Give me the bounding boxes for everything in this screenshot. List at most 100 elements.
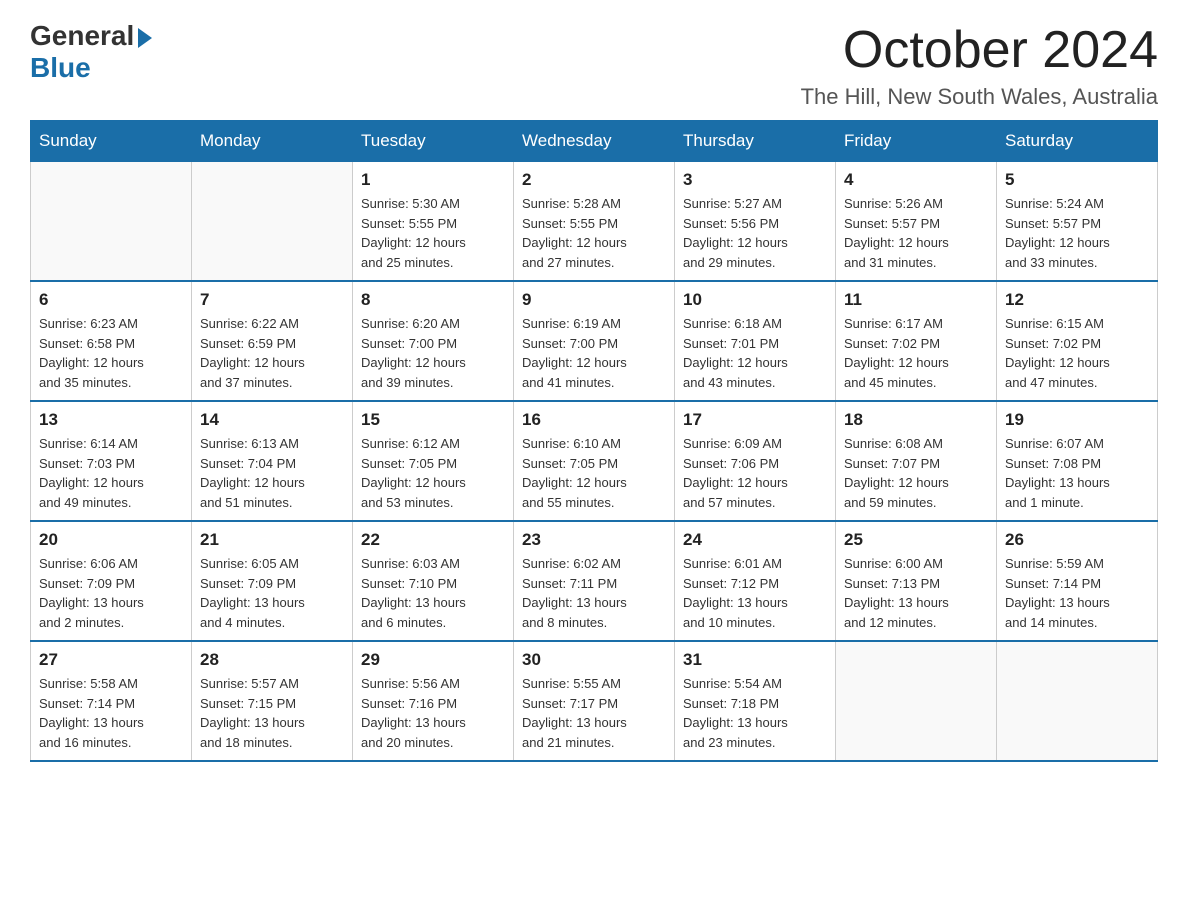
day-number: 12	[1005, 290, 1149, 310]
logo-general-text: General	[30, 20, 134, 52]
calendar-cell: 17 Sunrise: 6:09 AMSunset: 7:06 PMDayligh…	[675, 401, 836, 521]
calendar-cell	[192, 162, 353, 282]
day-number: 15	[361, 410, 505, 430]
title-section: October 2024 The Hill, New South Wales, …	[801, 20, 1158, 110]
month-title: October 2024	[801, 20, 1158, 80]
day-number: 23	[522, 530, 666, 550]
day-number: 6	[39, 290, 183, 310]
day-number: 28	[200, 650, 344, 670]
calendar-cell: 5 Sunrise: 5:24 AMSunset: 5:57 PMDaylight…	[997, 162, 1158, 282]
day-info: Sunrise: 5:24 AMSunset: 5:57 PMDaylight:…	[1005, 194, 1149, 272]
day-info: Sunrise: 6:07 AMSunset: 7:08 PMDaylight:…	[1005, 434, 1149, 512]
day-info: Sunrise: 5:59 AMSunset: 7:14 PMDaylight:…	[1005, 554, 1149, 632]
calendar-cell: 23 Sunrise: 6:02 AMSunset: 7:11 PMDayligh…	[514, 521, 675, 641]
day-info: Sunrise: 6:01 AMSunset: 7:12 PMDaylight:…	[683, 554, 827, 632]
calendar-cell: 29 Sunrise: 5:56 AMSunset: 7:16 PMDayligh…	[353, 641, 514, 761]
location-title: The Hill, New South Wales, Australia	[801, 84, 1158, 110]
calendar-header-tuesday: Tuesday	[353, 121, 514, 162]
day-info: Sunrise: 6:00 AMSunset: 7:13 PMDaylight:…	[844, 554, 988, 632]
calendar-header-row: SundayMondayTuesdayWednesdayThursdayFrid…	[31, 121, 1158, 162]
calendar-week-row: 27Sunrise: 5:58 AMSunset: 7:14 PMDayligh…	[31, 641, 1158, 761]
calendar-cell	[31, 162, 192, 282]
day-info: Sunrise: 6:19 AMSunset: 7:00 PMDaylight:…	[522, 314, 666, 392]
calendar-cell: 1 Sunrise: 5:30 AMSunset: 5:55 PMDaylight…	[353, 162, 514, 282]
calendar-week-row: 6Sunrise: 6:23 AMSunset: 6:58 PMDaylight…	[31, 281, 1158, 401]
day-info: Sunrise: 6:20 AMSunset: 7:00 PMDaylight:…	[361, 314, 505, 392]
day-number: 29	[361, 650, 505, 670]
calendar-header-saturday: Saturday	[997, 121, 1158, 162]
calendar-cell: 2Sunrise: 5:28 AMSunset: 5:55 PMDaylight…	[514, 162, 675, 282]
calendar-table: SundayMondayTuesdayWednesdayThursdayFrid…	[30, 120, 1158, 762]
day-info: Sunrise: 5:54 AMSunset: 7:18 PMDaylight:…	[683, 674, 827, 752]
day-number: 16	[522, 410, 666, 430]
calendar-cell: 4Sunrise: 5:26 AMSunset: 5:57 PMDaylight…	[836, 162, 997, 282]
calendar-cell: 24 Sunrise: 6:01 AMSunset: 7:12 PMDayligh…	[675, 521, 836, 641]
day-info: Sunrise: 6:17 AMSunset: 7:02 PMDaylight:…	[844, 314, 988, 392]
calendar-header-friday: Friday	[836, 121, 997, 162]
day-info: Sunrise: 6:15 AMSunset: 7:02 PMDaylight:…	[1005, 314, 1149, 392]
calendar-week-row: 13 Sunrise: 6:14 AMSunset: 7:03 PMDayligh…	[31, 401, 1158, 521]
day-info: Sunrise: 5:55 AMSunset: 7:17 PMDaylight:…	[522, 674, 666, 752]
day-info: Sunrise: 6:08 AMSunset: 7:07 PMDaylight:…	[844, 434, 988, 512]
day-number: 11	[844, 290, 988, 310]
day-number: 3	[683, 170, 827, 190]
calendar-cell: 31 Sunrise: 5:54 AMSunset: 7:18 PMDayligh…	[675, 641, 836, 761]
day-info: Sunrise: 5:27 AMSunset: 5:56 PMDaylight:…	[683, 194, 827, 272]
day-number: 21	[200, 530, 344, 550]
calendar-cell: 12 Sunrise: 6:15 AMSunset: 7:02 PMDayligh…	[997, 281, 1158, 401]
day-info: Sunrise: 6:05 AMSunset: 7:09 PMDaylight:…	[200, 554, 344, 632]
calendar-cell: 8 Sunrise: 6:20 AMSunset: 7:00 PMDaylight…	[353, 281, 514, 401]
calendar-header-sunday: Sunday	[31, 121, 192, 162]
page-header: General Blue October 2024 The Hill, New …	[30, 20, 1158, 110]
day-number: 14	[200, 410, 344, 430]
day-info: Sunrise: 6:18 AMSunset: 7:01 PMDaylight:…	[683, 314, 827, 392]
day-number: 30	[522, 650, 666, 670]
day-number: 1	[361, 170, 505, 190]
calendar-cell: 30 Sunrise: 5:55 AMSunset: 7:17 PMDayligh…	[514, 641, 675, 761]
logo: General Blue	[30, 20, 152, 84]
calendar-cell: 27Sunrise: 5:58 AMSunset: 7:14 PMDayligh…	[31, 641, 192, 761]
day-info: Sunrise: 6:10 AMSunset: 7:05 PMDaylight:…	[522, 434, 666, 512]
calendar-cell: 22Sunrise: 6:03 AMSunset: 7:10 PMDayligh…	[353, 521, 514, 641]
day-info: Sunrise: 5:30 AMSunset: 5:55 PMDaylight:…	[361, 194, 505, 272]
day-number: 22	[361, 530, 505, 550]
day-info: Sunrise: 5:28 AMSunset: 5:55 PMDaylight:…	[522, 194, 666, 272]
day-info: Sunrise: 6:14 AMSunset: 7:03 PMDaylight:…	[39, 434, 183, 512]
calendar-cell: 16 Sunrise: 6:10 AMSunset: 7:05 PMDayligh…	[514, 401, 675, 521]
calendar-cell: 20 Sunrise: 6:06 AMSunset: 7:09 PMDayligh…	[31, 521, 192, 641]
calendar-cell: 13 Sunrise: 6:14 AMSunset: 7:03 PMDayligh…	[31, 401, 192, 521]
day-info: Sunrise: 6:02 AMSunset: 7:11 PMDaylight:…	[522, 554, 666, 632]
day-number: 8	[361, 290, 505, 310]
calendar-cell: 18 Sunrise: 6:08 AMSunset: 7:07 PMDayligh…	[836, 401, 997, 521]
day-number: 31	[683, 650, 827, 670]
day-number: 25	[844, 530, 988, 550]
calendar-cell	[836, 641, 997, 761]
calendar-cell: 25 Sunrise: 6:00 AMSunset: 7:13 PMDayligh…	[836, 521, 997, 641]
day-number: 20	[39, 530, 183, 550]
day-number: 24	[683, 530, 827, 550]
calendar-cell: 11 Sunrise: 6:17 AMSunset: 7:02 PMDayligh…	[836, 281, 997, 401]
day-number: 17	[683, 410, 827, 430]
day-number: 10	[683, 290, 827, 310]
calendar-week-row: 20 Sunrise: 6:06 AMSunset: 7:09 PMDayligh…	[31, 521, 1158, 641]
calendar-cell: 10 Sunrise: 6:18 AMSunset: 7:01 PMDayligh…	[675, 281, 836, 401]
day-number: 18	[844, 410, 988, 430]
calendar-cell: 19Sunrise: 6:07 AMSunset: 7:08 PMDayligh…	[997, 401, 1158, 521]
calendar-cell: 15Sunrise: 6:12 AMSunset: 7:05 PMDayligh…	[353, 401, 514, 521]
day-number: 13	[39, 410, 183, 430]
day-info: Sunrise: 6:06 AMSunset: 7:09 PMDaylight:…	[39, 554, 183, 632]
day-info: Sunrise: 5:56 AMSunset: 7:16 PMDaylight:…	[361, 674, 505, 752]
logo-arrow-icon	[138, 28, 152, 48]
calendar-header-monday: Monday	[192, 121, 353, 162]
calendar-cell: 21 Sunrise: 6:05 AMSunset: 7:09 PMDayligh…	[192, 521, 353, 641]
calendar-header-wednesday: Wednesday	[514, 121, 675, 162]
logo-blue-text: Blue	[30, 52, 91, 84]
day-info: Sunrise: 6:22 AMSunset: 6:59 PMDaylight:…	[200, 314, 344, 392]
day-info: Sunrise: 6:09 AMSunset: 7:06 PMDaylight:…	[683, 434, 827, 512]
day-number: 9	[522, 290, 666, 310]
day-info: Sunrise: 5:26 AMSunset: 5:57 PMDaylight:…	[844, 194, 988, 272]
day-number: 7	[200, 290, 344, 310]
calendar-cell: 6Sunrise: 6:23 AMSunset: 6:58 PMDaylight…	[31, 281, 192, 401]
calendar-cell: 14Sunrise: 6:13 AMSunset: 7:04 PMDayligh…	[192, 401, 353, 521]
day-number: 5	[1005, 170, 1149, 190]
